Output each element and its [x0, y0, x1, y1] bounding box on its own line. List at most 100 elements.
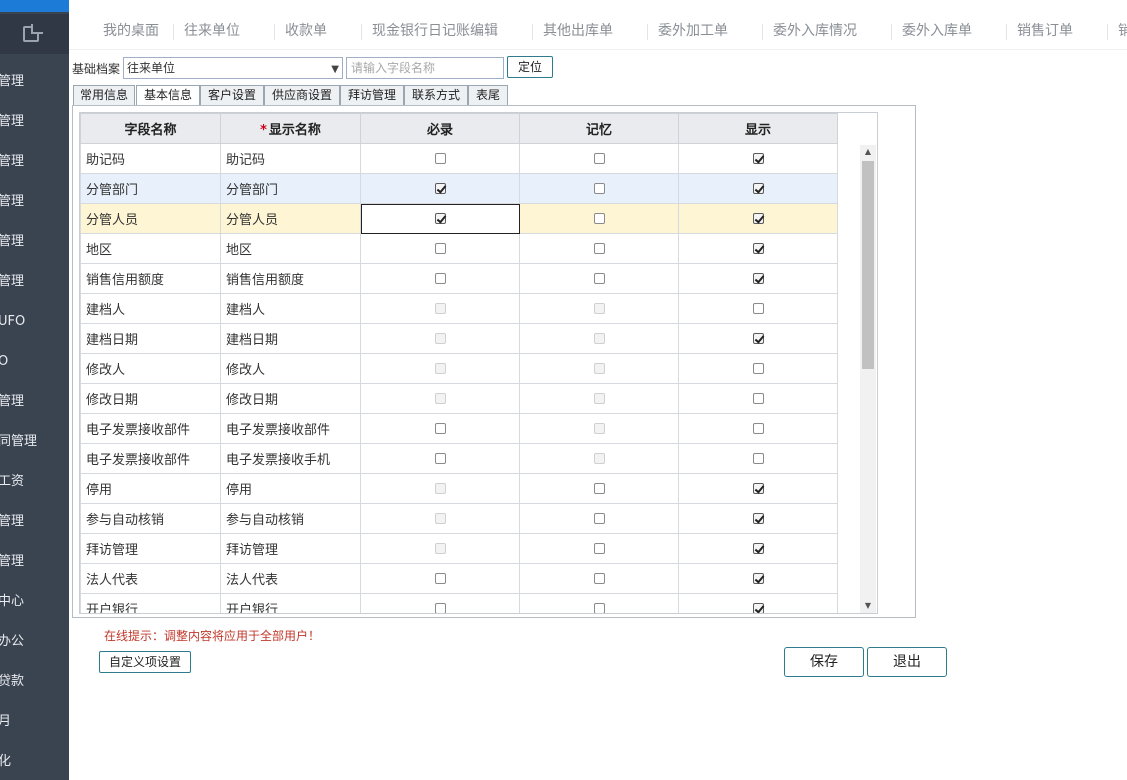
display-name-cell[interactable]: 参与自动核销 [220, 503, 361, 534]
required-checkbox[interactable] [434, 183, 446, 194]
display-name-cell[interactable]: 修改日期 [220, 383, 361, 414]
table-row[interactable]: 停用 停用 [80, 473, 838, 504]
required-checkbox[interactable] [434, 243, 446, 254]
show-checkbox[interactable] [752, 423, 764, 434]
table-row[interactable]: 参与自动核销 参与自动核销 [80, 503, 838, 534]
show-checkbox[interactable] [752, 513, 764, 524]
sidebar-collapse-toggle[interactable] [0, 14, 69, 54]
table-row[interactable]: 电子发票接收部件 电子发票接收手机 [80, 443, 838, 474]
required-checkbox[interactable] [434, 273, 446, 284]
settings-tab[interactable]: 联系方式 [404, 85, 468, 105]
required-checkbox[interactable] [434, 573, 446, 584]
topnav-tab[interactable]: 我的桌面 [103, 12, 159, 49]
show-checkbox[interactable] [752, 453, 764, 464]
required-checkbox[interactable] [434, 603, 446, 613]
topnav-tab[interactable]: 现金银行日记账编辑 [372, 12, 498, 49]
sidebar-item[interactable]: 管理 [0, 222, 69, 262]
remember-checkbox[interactable] [593, 243, 605, 254]
archive-select[interactable]: 往来单位 ▼ [123, 57, 343, 79]
required-checkbox[interactable] [434, 213, 446, 224]
remember-checkbox[interactable] [593, 573, 605, 584]
field-search-input[interactable] [346, 57, 504, 79]
remember-checkbox[interactable] [593, 153, 605, 164]
sidebar-item[interactable]: 管理 [0, 182, 69, 222]
topnav-tab[interactable]: 销售订单 [1017, 12, 1073, 49]
locate-button[interactable]: 定位 [507, 56, 553, 78]
table-row[interactable]: 分管人员 分管人员 [80, 203, 838, 234]
scroll-up-icon[interactable]: ▲ [860, 145, 876, 159]
display-name-cell[interactable]: 分管人员 [220, 203, 361, 234]
table-row[interactable]: 法人代表 法人代表 [80, 563, 838, 594]
required-checkbox[interactable] [434, 153, 446, 164]
table-row[interactable]: 电子发票接收部件 电子发票接收部件 [80, 413, 838, 444]
sidebar-item[interactable]: 月 [0, 702, 69, 742]
grid-scrollbar[interactable]: ▲ ▼ [860, 145, 876, 613]
table-row[interactable]: 建档人 建档人 [80, 293, 838, 324]
remember-checkbox[interactable] [593, 543, 605, 554]
display-name-cell[interactable]: 电子发票接收部件 [220, 413, 361, 444]
topnav-tab[interactable]: 往来单位 [184, 12, 240, 49]
topnav-tab[interactable]: 委外加工单 [658, 12, 728, 49]
custom-fields-button[interactable]: 自定义项设置 [99, 651, 191, 673]
show-checkbox[interactable] [752, 603, 764, 613]
topnav-tab[interactable]: 销 [1118, 12, 1127, 49]
display-name-cell[interactable]: 建档日期 [220, 323, 361, 354]
sidebar-item[interactable]: 办公 [0, 622, 69, 662]
show-checkbox[interactable] [752, 273, 764, 284]
table-row[interactable]: 助记码 助记码 [80, 143, 838, 174]
table-row[interactable]: 拜访管理 拜访管理 [80, 533, 838, 564]
topnav-tab[interactable]: 其他出库单 [543, 12, 613, 49]
remember-checkbox[interactable] [593, 183, 605, 194]
table-row[interactable]: 销售信用额度 销售信用额度 [80, 263, 838, 294]
remember-checkbox[interactable] [593, 603, 605, 613]
show-checkbox[interactable] [752, 153, 764, 164]
display-name-cell[interactable]: 分管部门 [220, 173, 361, 204]
show-checkbox[interactable] [752, 393, 764, 404]
sidebar-item[interactable]: 中心 [0, 582, 69, 622]
sidebar-item[interactable]: 管理 [0, 62, 69, 102]
topnav-tab[interactable]: 委外入库单 [902, 12, 972, 49]
table-row[interactable]: 分管部门 分管部门 [80, 173, 838, 204]
scroll-down-icon[interactable]: ▼ [860, 599, 876, 613]
show-checkbox[interactable] [752, 333, 764, 344]
save-button[interactable]: 保存 [784, 647, 864, 677]
show-checkbox[interactable] [752, 483, 764, 494]
sidebar-item[interactable]: 管理 [0, 262, 69, 302]
sidebar-item[interactable]: 化 [0, 742, 69, 780]
exit-button[interactable]: 退出 [867, 647, 947, 677]
settings-tab[interactable]: 基本信息 [136, 85, 200, 106]
show-checkbox[interactable] [752, 303, 764, 314]
show-checkbox[interactable] [752, 363, 764, 374]
sidebar-item[interactable]: 工资 [0, 462, 69, 502]
display-name-cell[interactable]: 拜访管理 [220, 533, 361, 564]
table-row[interactable]: 修改日期 修改日期 [80, 383, 838, 414]
show-checkbox[interactable] [752, 183, 764, 194]
display-name-cell[interactable]: 修改人 [220, 353, 361, 384]
scrollbar-thumb[interactable] [862, 161, 874, 369]
display-name-cell[interactable]: 销售信用额度 [220, 263, 361, 294]
settings-tab[interactable]: 客户设置 [200, 85, 264, 105]
sidebar-item[interactable]: 贷款 [0, 662, 69, 702]
table-row[interactable]: 开户银行 开户银行 [80, 593, 838, 613]
table-row[interactable]: 地区 地区 [80, 233, 838, 264]
sidebar-item[interactable]: O [0, 342, 69, 382]
display-name-cell[interactable]: 助记码 [220, 143, 361, 174]
remember-checkbox[interactable] [593, 213, 605, 224]
topnav-tab[interactable]: 委外入库情况 [773, 12, 857, 49]
sidebar-item[interactable]: 管理 [0, 542, 69, 582]
sidebar-item[interactable]: 管理 [0, 142, 69, 182]
sidebar-item[interactable]: 管理 [0, 502, 69, 542]
sidebar-item[interactable]: UFO [0, 302, 69, 342]
sidebar-item[interactable]: 管理 [0, 382, 69, 422]
display-name-cell[interactable]: 停用 [220, 473, 361, 504]
show-checkbox[interactable] [752, 573, 764, 584]
required-checkbox[interactable] [434, 453, 446, 464]
table-row[interactable]: 建档日期 建档日期 [80, 323, 838, 354]
remember-checkbox[interactable] [593, 273, 605, 284]
display-name-cell[interactable]: 电子发票接收手机 [220, 443, 361, 474]
topnav-tab[interactable]: 收款单 [285, 12, 327, 49]
display-name-cell[interactable]: 开户银行 [220, 593, 361, 613]
show-checkbox[interactable] [752, 243, 764, 254]
table-row[interactable]: 修改人 修改人 [80, 353, 838, 384]
remember-checkbox[interactable] [593, 513, 605, 524]
